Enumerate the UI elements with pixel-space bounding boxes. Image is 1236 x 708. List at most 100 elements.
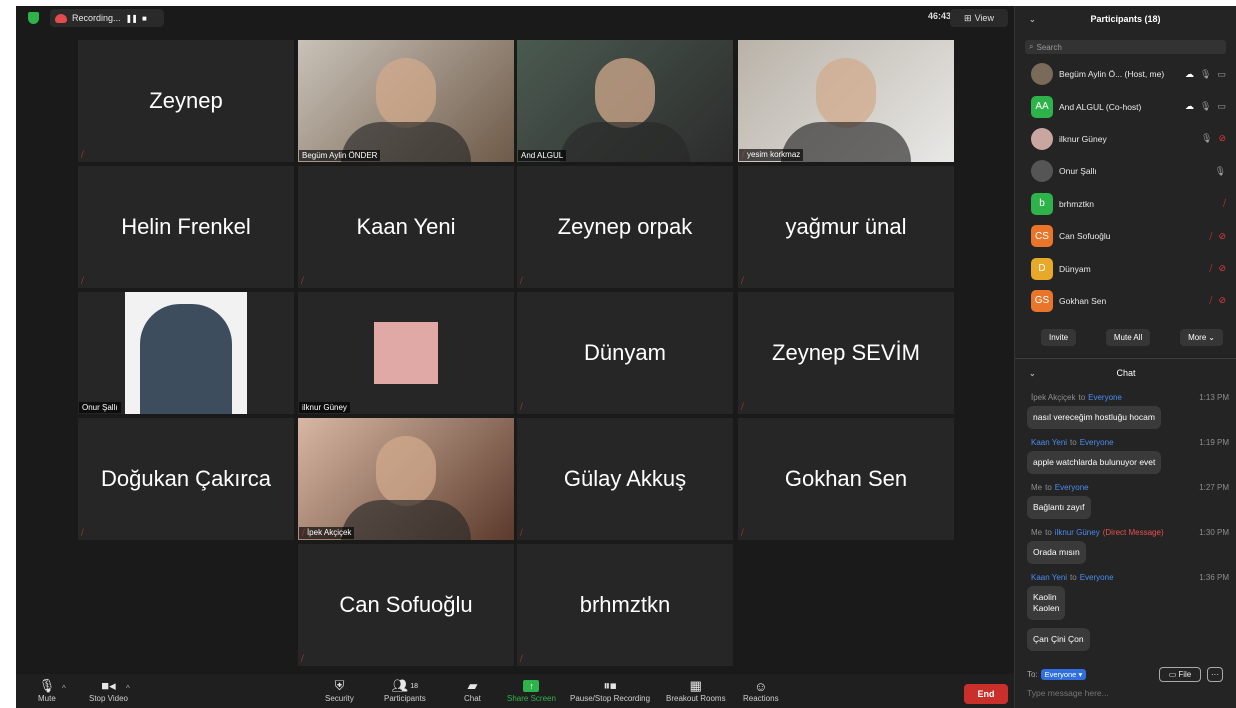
avatar: [1031, 160, 1053, 183]
direct-message-tag: (Direct Message): [1102, 527, 1164, 537]
video-tile[interactable]: yağmur ünal ⧸: [738, 166, 954, 288]
participant-row[interactable]: AA And ALGUL (Co-host) ☁ 🎙︎ ▭: [1015, 90, 1236, 122]
video-options-caret[interactable]: ^: [126, 684, 130, 693]
camera-off-icon: ⊘: [1218, 263, 1226, 274]
participant-name: ilknur Güney: [302, 403, 347, 412]
avatar: b: [1031, 192, 1053, 215]
video-tile[interactable]: Gülay Akkuş ⧸: [517, 418, 733, 540]
participant-row[interactable]: GS Gokhan Sen ⧸ ⊘: [1015, 285, 1236, 317]
video-tile[interactable]: Zeynep SEVİM ⧸: [738, 292, 954, 414]
video-tile[interactable]: ilknur Güney: [298, 292, 514, 414]
participant-row[interactable]: ilknur Güney 🎙︎ ⊘: [1015, 123, 1236, 155]
chat-more-button[interactable]: ···: [1207, 667, 1223, 682]
reactions-button[interactable]: ☺ Reactions: [743, 678, 779, 704]
video-tile[interactable]: Kaan Yeni ⧸: [298, 166, 514, 288]
message-recipient[interactable]: ilknur Güney: [1055, 528, 1100, 537]
video-tile[interactable]: Doğukan Çakırca ⧸: [78, 418, 294, 540]
video-tile[interactable]: ⧸ yesim korkmaz: [738, 40, 954, 162]
message-sender[interactable]: Me: [1031, 483, 1042, 492]
participant-search[interactable]: ⌕ Search: [1025, 40, 1226, 54]
participant-status-icons: ⧸ ⊘: [1209, 295, 1226, 306]
chat-button[interactable]: ▰ Chat: [464, 678, 481, 703]
end-meeting-button[interactable]: End: [964, 684, 1008, 704]
mic-off-icon: ⧸: [81, 150, 84, 159]
pause-recording-icon[interactable]: ❚❚: [126, 14, 138, 23]
camera-icon: ▭: [1217, 101, 1226, 112]
security-button[interactable]: ⛨ Security: [325, 678, 354, 703]
video-tile[interactable]: ⧸ İpek Akçiçek: [298, 418, 514, 540]
cloud-recording-icon: [55, 13, 67, 23]
video-tile[interactable]: And ALGUL: [517, 40, 733, 162]
message-sender[interactable]: Me: [1031, 528, 1042, 537]
message-sender[interactable]: Kaan Yeni: [1031, 573, 1067, 582]
message-sender[interactable]: Kaan Yeni: [1031, 438, 1067, 447]
participant-name: Dünyam: [584, 340, 666, 365]
participant-row[interactable]: b brhmztkn ⧸: [1015, 188, 1236, 220]
audio-options-caret[interactable]: ^: [62, 684, 66, 693]
bottom-toolbar: 🎙︎ Mute ^ ■◂ Stop Video ^ ⛨ Security 👥︎ …: [16, 674, 1014, 708]
video-tile[interactable]: Zeynep orpak ⧸: [517, 166, 733, 288]
mic-off-icon: ⧸: [1209, 295, 1213, 306]
participants-label: Participants: [384, 694, 426, 703]
message-sender[interactable]: İpek Akçiçek: [1031, 393, 1075, 402]
chat-message-header: İpek Akçiçek to Everyone 1:13 PM: [1015, 390, 1236, 404]
participants-title: Participants (18): [1090, 14, 1161, 24]
video-tile[interactable]: Can Sofuoğlu ⧸: [298, 544, 514, 666]
recipient-selector[interactable]: To: Everyone ▾: [1027, 669, 1087, 680]
stop-video-button[interactable]: ■◂ Stop Video: [89, 678, 128, 703]
participant-row[interactable]: CS Can Sofuoğlu ⧸ ⊘: [1015, 220, 1236, 252]
chat-messages[interactable]: İpek Akçiçek to Everyone 1:13 PM nasıl verec…: [1015, 390, 1236, 660]
smiley-icon: ☺: [754, 678, 768, 694]
camera-icon: ■◂: [101, 678, 116, 693]
participant-name: yesim korkmaz: [746, 150, 801, 159]
pause-stop-recording-button[interactable]: ⏸⏹ Pause/Stop Recording: [570, 678, 650, 703]
participant-row[interactable]: Begüm Aylin Ö... (Host, me) ☁ 🎙︎ ▭: [1015, 58, 1236, 90]
security-shield-icon[interactable]: [28, 12, 39, 24]
participant-name: Onur Şallı: [1059, 166, 1097, 177]
video-tile[interactable]: Begüm Aylin ÖNDER: [298, 40, 514, 162]
breakout-rooms-button[interactable]: ▦ Breakout Rooms: [666, 678, 726, 703]
file-button[interactable]: ▭ File: [1159, 667, 1201, 682]
participants-header: ⌄ Participants (18): [1015, 6, 1236, 32]
message-recipient[interactable]: Everyone: [1088, 393, 1122, 402]
participant-name: And ALGUL (Co-host): [1059, 101, 1142, 112]
message-recipient[interactable]: Everyone: [1080, 573, 1114, 582]
participant-row[interactable]: D Dünyam ⧸ ⊘: [1015, 252, 1236, 284]
mic-off-icon: ⧸: [1222, 198, 1226, 209]
video-tile[interactable]: Dünyam ⧸: [517, 292, 733, 414]
participant-name: Gülay Akkuş: [563, 466, 687, 491]
video-tile[interactable]: Zeynep ⧸: [78, 40, 294, 162]
video-tile[interactable]: brhmztkn ⧸: [517, 544, 733, 666]
participant-name: İpek Akçiçek: [306, 528, 352, 537]
participant-name-label: Onur Şallı: [79, 402, 121, 413]
view-button[interactable]: ⊞ View: [950, 9, 1008, 27]
message-recipient[interactable]: Everyone: [1080, 438, 1114, 447]
message-recipient[interactable]: Everyone: [1055, 483, 1089, 492]
pause-stop-recording-label: Pause/Stop Recording: [570, 694, 651, 703]
chevron-down-icon[interactable]: ⌄: [1029, 369, 1036, 378]
chat-message-input[interactable]: [1027, 688, 1227, 698]
mic-off-icon: ⧸: [301, 654, 304, 663]
participant-row[interactable]: Onur Şallı 🎙︎: [1015, 155, 1236, 187]
participants-button[interactable]: 👥︎ 18 Participants: [384, 678, 426, 703]
video-tile[interactable]: Onur Şallı: [78, 292, 294, 414]
more-button[interactable]: More ⌄: [1180, 329, 1223, 346]
recording-indicator[interactable]: Recording... ❚❚ ■: [50, 9, 164, 27]
mute-all-button[interactable]: Mute All: [1105, 329, 1151, 346]
chevron-down-icon[interactable]: ⌄: [1029, 15, 1036, 24]
stop-recording-icon[interactable]: ■: [142, 14, 147, 23]
participant-name: ilknur Güney: [1059, 133, 1107, 144]
recipient-dropdown[interactable]: Everyone ▾: [1040, 669, 1087, 680]
chevron-down-icon: ⌄: [1208, 333, 1215, 342]
video-tile[interactable]: Gokhan Sen ⧸: [738, 418, 954, 540]
share-screen-button[interactable]: ↑ Share Screen: [507, 678, 556, 703]
microphone-icon: 🎙︎: [1214, 165, 1226, 176]
participant-status-icons: ☁ 🎙︎ ▭: [1185, 69, 1226, 80]
invite-button[interactable]: Invite: [1041, 329, 1077, 346]
mute-button[interactable]: 🎙︎ Mute: [38, 678, 56, 703]
participant-name: Zeynep SEVİM: [772, 340, 920, 365]
chat-message-bubble: Orada mısın: [1027, 541, 1086, 564]
participants-icon: 👥︎: [391, 678, 409, 693]
participant-name-label: And ALGUL: [518, 150, 567, 161]
video-tile[interactable]: Helin Frenkel ⧸: [78, 166, 294, 288]
